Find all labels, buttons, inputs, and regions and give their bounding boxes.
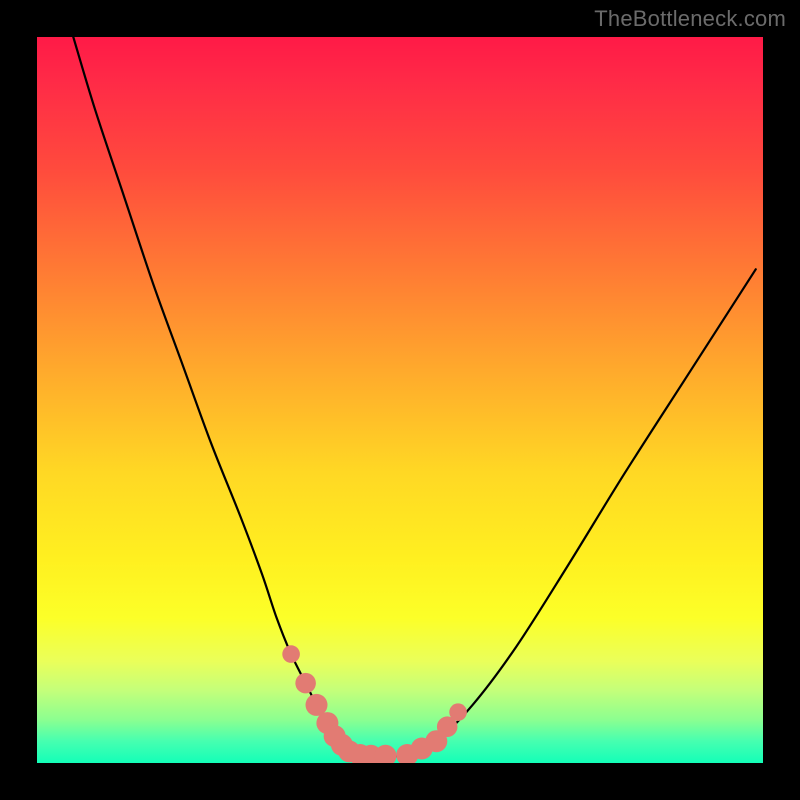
plot-area xyxy=(37,37,763,763)
bottleneck-curve xyxy=(73,37,755,756)
watermark-text: TheBottleneck.com xyxy=(594,6,786,32)
marker-dot xyxy=(295,673,316,694)
chart-frame: TheBottleneck.com xyxy=(0,0,800,800)
curve-layer xyxy=(37,37,763,763)
marker-dot xyxy=(282,645,300,663)
curve-markers xyxy=(282,645,467,763)
marker-dot xyxy=(449,703,467,721)
